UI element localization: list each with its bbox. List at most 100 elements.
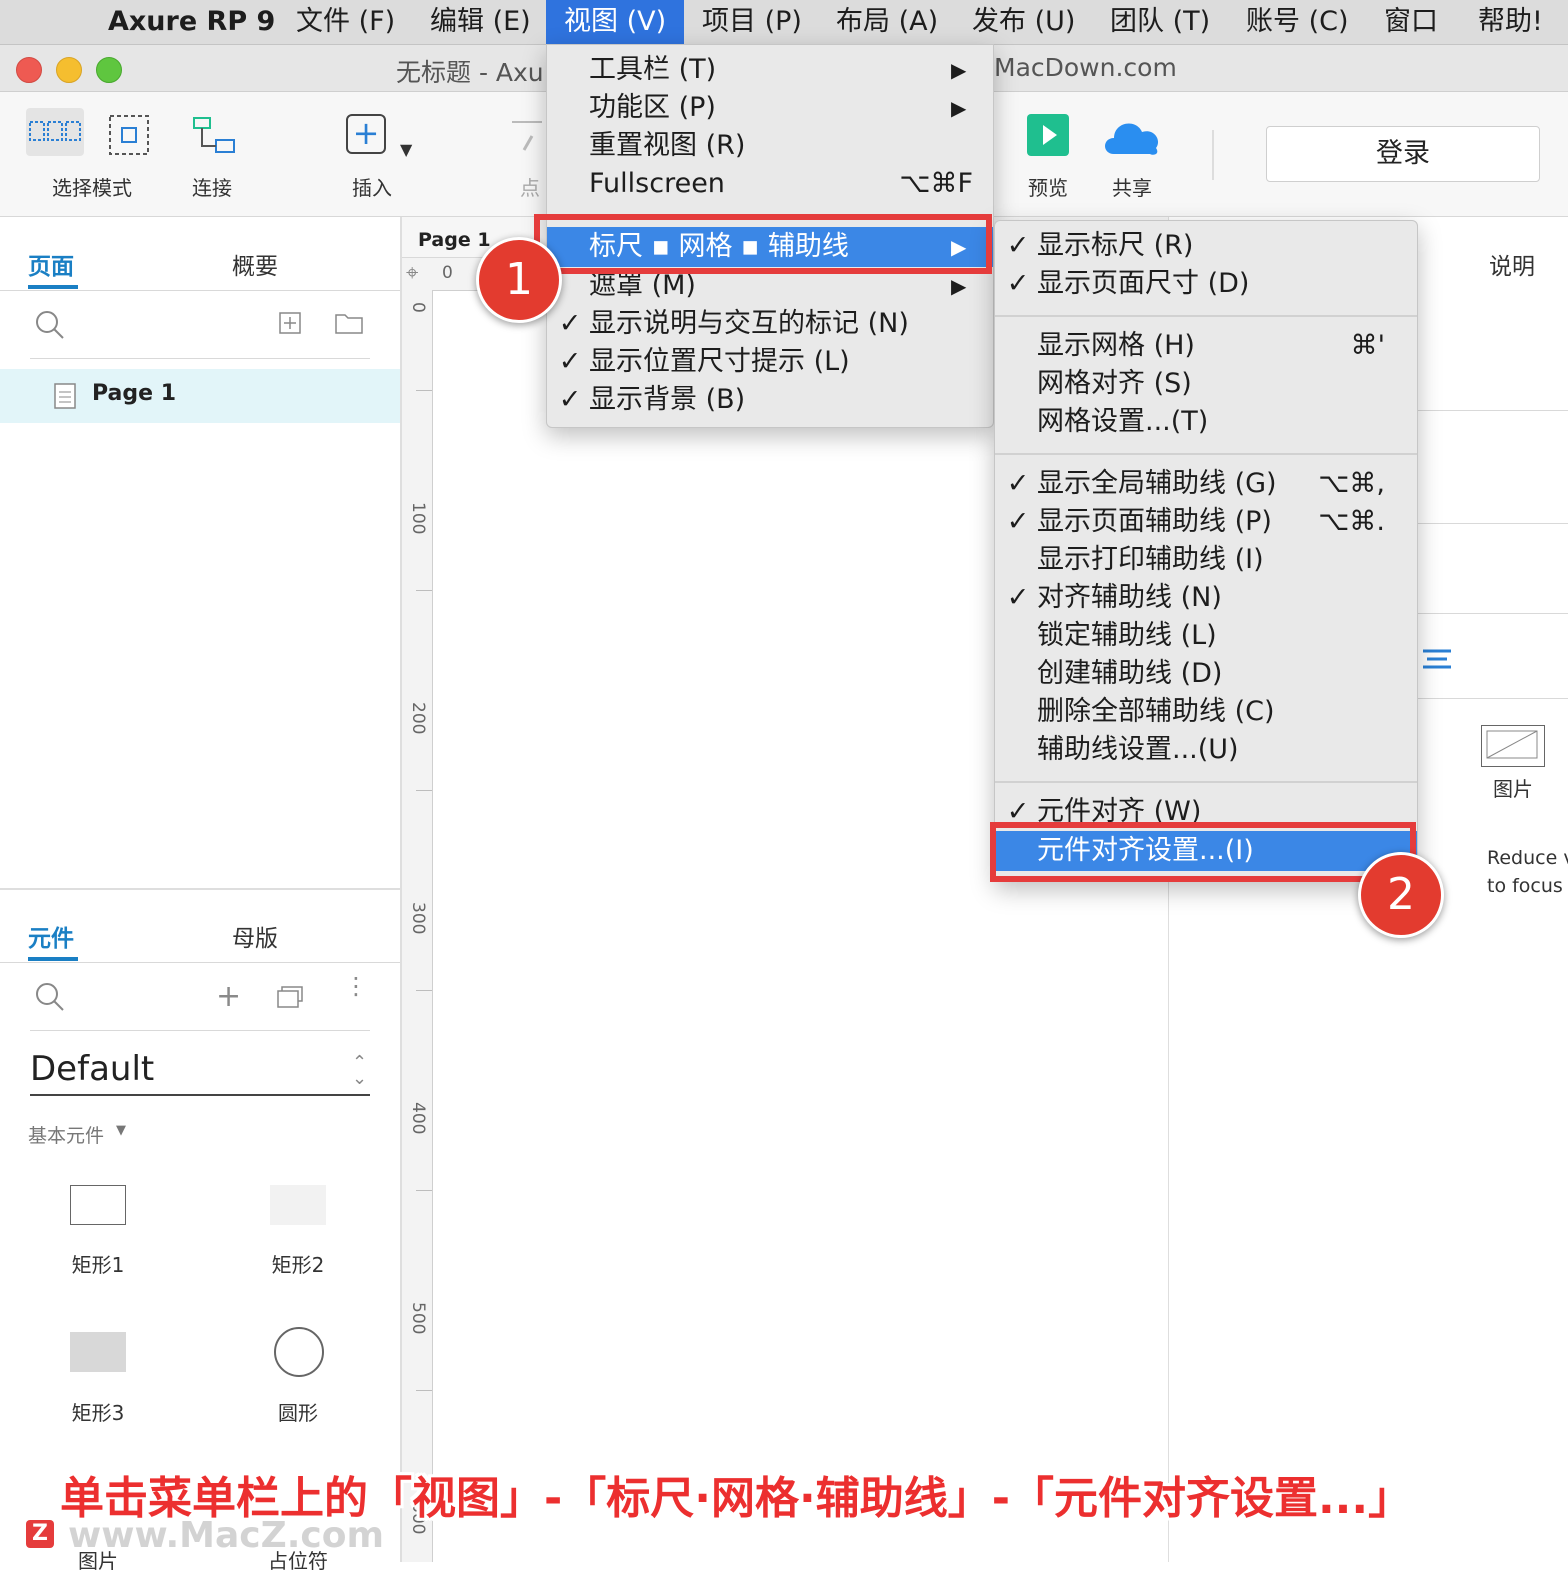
menu-view[interactable]: 视图 (V) [546,0,685,44]
login-button[interactable]: 登录 [1266,126,1540,182]
rectangle1-widget[interactable] [70,1185,126,1225]
annotation-badge-2: 2 [1358,852,1444,938]
menu-publish[interactable]: 发布 (U) [972,0,1075,44]
select-contained-button[interactable] [108,114,152,162]
submenu-item-snap-to-guides[interactable]: ✓ 对齐辅助线 (N) [995,579,1417,617]
menu-project[interactable]: 项目 (P) [702,0,802,44]
image-label: 图片 [1493,777,1533,801]
tab-pages[interactable]: 页面 [28,247,74,281]
library-stack-icon[interactable] [276,983,306,1013]
category-label[interactable]: 基本元件 [28,1121,104,1148]
share-button[interactable] [1100,112,1164,162]
submenu-item-show-ruler-label: 显示标尺 (R) [1037,230,1194,261]
widgets-search-icon[interactable] [34,981,66,1017]
menu-item-ribbon-label: 功能区 (P) [589,92,716,123]
ruler-v-500: 500 [408,1302,428,1335]
ruler-origin-crosshair-icon[interactable]: ⌖ [406,261,418,286]
submenu-item-show-global-guides-label: 显示全局辅助线 (G) [1037,468,1277,499]
add-library-icon[interactable]: + [216,979,241,1014]
submenu-item-show-page-size[interactable]: ✓ 显示页面尺寸 (D) [995,265,1417,303]
menu-file[interactable]: 文件 (F) [296,0,395,44]
point-button[interactable] [508,114,548,162]
rectangle3-widget[interactable] [70,1332,126,1372]
checkmark-icon: ✓ [1006,268,1030,299]
submenu-item-show-global-guides[interactable]: ✓ 显示全局辅助线 (G) ⌥⌘, [995,465,1417,503]
menu-team[interactable]: 团队 (T) [1110,0,1210,44]
insert-dropdown-arrow-icon[interactable]: ▼ [400,140,412,159]
insert-button[interactable]: + [346,114,386,154]
submenu-item-grid-settings[interactable]: 网格设置...(T) [995,403,1417,441]
zoom-window-button[interactable] [96,57,122,83]
play-icon [1043,125,1057,145]
menu-edit[interactable]: 编辑 (E) [430,0,531,44]
connect-button[interactable] [190,114,238,162]
menu-help[interactable]: 帮助! [1478,0,1543,44]
checkmark-icon: ✓ [558,346,582,377]
submenu-item-show-grid[interactable]: 显示网格 (H) ⌘' [995,327,1417,365]
menu-item-toolbar[interactable]: 工具栏 (T) ▶ [547,51,993,89]
minimize-window-button[interactable] [56,57,82,83]
menu-separator [995,315,1417,317]
ruler-v-100: 100 [408,502,428,535]
apple-icon[interactable] [40,0,74,44]
more-options-icon[interactable]: ⋮ [344,974,368,998]
submenu-item-snap-to-grid[interactable]: 网格对齐 (S) [995,365,1417,403]
tab-widgets[interactable]: 元件 [28,919,74,953]
ruler-h-zero: 0 [442,263,453,283]
library-chevron-updown-icon[interactable]: ⌃ ⌄ [352,1054,367,1088]
menu-item-toolbar-label: 工具栏 (T) [589,54,717,85]
align-icon[interactable] [1421,647,1453,675]
app-name-menu[interactable]: Axure RP 9 [108,0,275,44]
add-page-icon[interactable] [278,311,302,339]
select-mode-button[interactable] [26,108,84,156]
tab-notes[interactable]: 说明 [1489,247,1535,281]
ruler-v-200: 200 [408,702,428,735]
submenu-item-create-guides-label: 创建辅助线 (D) [1037,658,1223,689]
rectangle2-widget[interactable] [270,1185,326,1225]
preview-button[interactable] [1027,114,1069,156]
pages-search-icon[interactable] [34,309,66,345]
tab-pages-underline [28,285,78,289]
close-window-button[interactable] [16,57,42,83]
menu-item-ribbon[interactable]: 功能区 (P) ▶ [547,89,993,127]
menu-item-show-notes-markers[interactable]: ✓ 显示说明与交互的标记 (N) [547,305,993,343]
tab-masters[interactable]: 母版 [232,919,278,953]
select-mode-label: 选择模式 [52,176,132,200]
menu-item-reset-view[interactable]: 重置视图 (R) [547,127,993,165]
tabs-divider [0,290,400,291]
menu-separator [995,453,1417,455]
window-title-tail: MacDown.com [994,53,1177,82]
window-title: 无标题 - Axu [396,58,544,87]
right-divider [1417,410,1568,411]
submenu-item-show-ruler[interactable]: ✓ 显示标尺 (R) [995,227,1417,265]
submenu-item-guide-settings[interactable]: 辅助线设置...(U) [995,731,1417,769]
menu-item-fullscreen[interactable]: Fullscreen ⌥⌘F [547,165,993,203]
menu-item-show-size-hints[interactable]: ✓ 显示位置尺寸提示 (L) [547,343,993,381]
menu-window[interactable]: 窗口 [1384,0,1438,44]
library-select[interactable]: Default [30,1049,154,1089]
menu-item-show-background[interactable]: ✓ 显示背景 (B) [547,381,993,419]
right-divider [1417,523,1568,524]
insert-label: 插入 [352,176,392,200]
add-folder-icon[interactable] [334,311,364,339]
canvas-page-tab[interactable]: Page 1 [418,229,491,251]
menubar: Axure RP 9 文件 (F) 编辑 (E) 视图 (V) 项目 (P) 布… [0,0,1568,45]
right-divider [1417,698,1568,699]
submenu-item-delete-all-guides[interactable]: 删除全部辅助线 (C) [995,693,1417,731]
menu-account[interactable]: 账号 (C) [1246,0,1349,44]
search-divider [30,358,370,359]
tab-widgets-underline [28,957,78,961]
menu-layout[interactable]: 布局 (A) [836,0,938,44]
image-widget-icon[interactable] [1481,725,1545,767]
category-caret-icon[interactable]: ▼ [116,1123,126,1138]
tab-outline[interactable]: 概要 [232,247,278,281]
submenu-item-show-page-guides[interactable]: ✓ 显示页面辅助线 (P) ⌥⌘. [995,503,1417,541]
rectangle2-label: 矩形2 [271,1253,325,1277]
submenu-item-show-print-guides[interactable]: 显示打印辅助线 (I) [995,541,1417,579]
circle-label: 圆形 [278,1401,318,1425]
circle-widget[interactable] [274,1327,324,1377]
page-list-item[interactable]: Page 1 [0,369,400,423]
submenu-item-create-guides[interactable]: 创建辅助线 (D) [995,655,1417,693]
submenu-item-lock-guides-label: 锁定辅助线 (L) [1037,620,1217,651]
submenu-item-lock-guides[interactable]: 锁定辅助线 (L) [995,617,1417,655]
